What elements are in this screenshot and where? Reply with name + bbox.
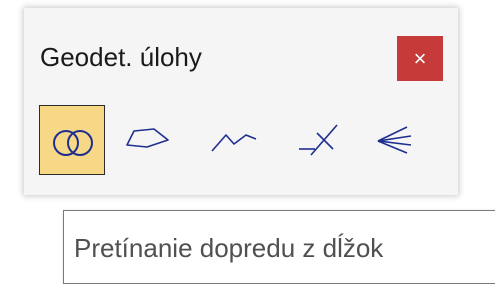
intersection-tool-button[interactable]	[39, 105, 105, 175]
resection-rays-icon	[377, 126, 412, 154]
polygon-icon	[126, 128, 169, 148]
crossing-lines-icon	[299, 124, 338, 156]
intersecting-circles-icon	[53, 130, 93, 156]
tooltip: Pretínanie dopredu z dĺžok	[63, 210, 495, 284]
close-button[interactable]: ×	[397, 36, 443, 81]
resection-tool-button[interactable]	[369, 105, 435, 175]
polyline-tool-button[interactable]	[204, 105, 270, 175]
panel-title: Geodet. úlohy	[40, 42, 202, 72]
tooltip-text: Pretínanie dopredu z dĺžok	[74, 233, 384, 263]
crossing-lines-tool-button[interactable]	[287, 105, 353, 175]
geodetic-tasks-panel: Geodet. úlohy ×	[24, 8, 458, 195]
tool-toolbar	[39, 105, 449, 175]
polyline-icon	[211, 134, 257, 152]
polygon-tool-button[interactable]	[119, 105, 185, 175]
